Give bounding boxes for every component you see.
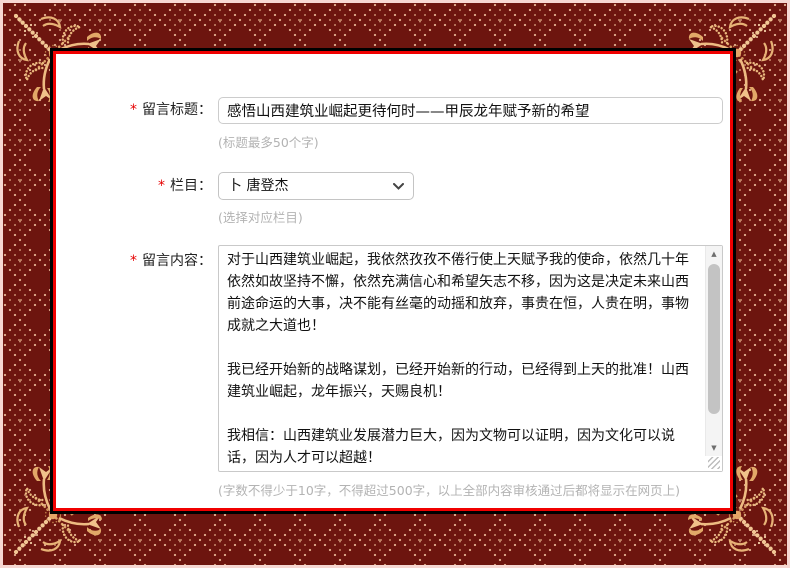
- content-label: * 留言内容：: [56, 250, 212, 272]
- chevron-down-icon: [393, 183, 404, 190]
- required-asterisk: *: [158, 178, 165, 194]
- content-textarea-text: 对于山西建筑业崛起，我依然孜孜不倦行使上天赋予我的使命，依然几十年依然如故坚持不…: [219, 246, 704, 469]
- category-label-text: 栏目：: [170, 178, 212, 194]
- scrollbar-thumb[interactable]: [708, 264, 720, 414]
- triangle-down-icon[interactable]: ▼: [706, 440, 722, 456]
- content-hint: (字数不得少于10字，不得超过500字，以上全部内容审核通过后都将显示在网页上): [218, 480, 680, 499]
- title-hint: (标题最多50个字): [218, 132, 319, 151]
- title-label-text: 留言标题：: [142, 102, 212, 118]
- title-input[interactable]: [218, 97, 723, 124]
- message-form-panel: * 留言标题： (标题最多50个字) * 栏目： 卜 唐登杰 (选择对应栏目) * 留…: [53, 51, 733, 511]
- required-asterisk: *: [130, 102, 137, 118]
- category-label: * 栏目：: [56, 172, 212, 200]
- title-label: * 留言标题：: [56, 97, 212, 124]
- category-hint: (选择对应栏目): [218, 207, 303, 226]
- category-selected-value: 卜 唐登杰: [228, 173, 288, 199]
- textarea-scrollbar[interactable]: ▲ ▼: [705, 246, 722, 471]
- page: * 留言标题： (标题最多50个字) * 栏目： 卜 唐登杰 (选择对应栏目) * 留…: [0, 0, 790, 568]
- category-select[interactable]: 卜 唐登杰: [218, 172, 414, 200]
- required-asterisk: *: [130, 253, 137, 269]
- content-textarea[interactable]: 对于山西建筑业崛起，我依然孜孜不倦行使上天赋予我的使命，依然几十年依然如故坚持不…: [218, 245, 723, 472]
- triangle-up-icon[interactable]: ▲: [706, 246, 722, 262]
- content-label-text: 留言内容：: [142, 253, 212, 269]
- resize-grip-icon[interactable]: [708, 457, 720, 469]
- message-form: * 留言标题： (标题最多50个字) * 栏目： 卜 唐登杰 (选择对应栏目) * 留…: [56, 54, 730, 508]
